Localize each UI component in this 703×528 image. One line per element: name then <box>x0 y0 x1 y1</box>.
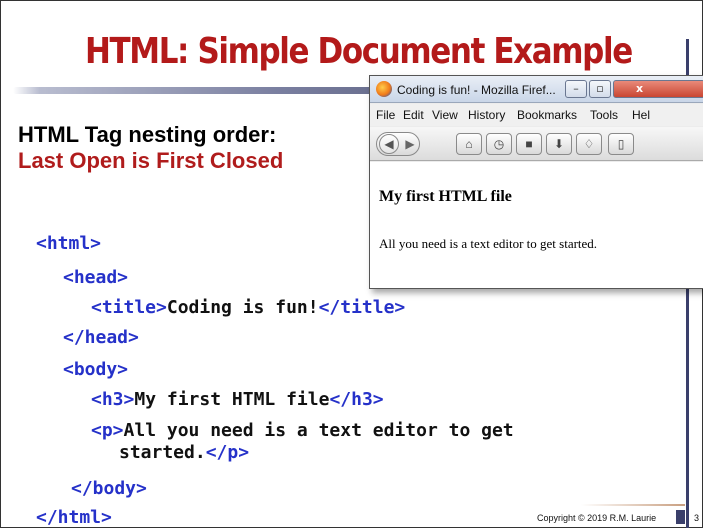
browser-window: Coding is fun! - Mozilla Firef... – ▫ x … <box>369 75 703 289</box>
home-icon[interactable]: ⌂ <box>456 133 482 155</box>
code-line-html-open: <html> <box>36 233 101 254</box>
page-paragraph: All you need is a text editor to get sta… <box>379 236 598 251</box>
addons-icon[interactable]: ♢ <box>576 133 602 155</box>
menu-bookmarks[interactable]: Bookmarks <box>517 108 577 122</box>
code-tag: <head> <box>63 267 129 288</box>
nesting-rule: Last Open is First Closed <box>18 148 284 173</box>
browser-titlebar[interactable]: Coding is fun! - Mozilla Firef... – ▫ x <box>370 76 703 103</box>
code-line-p-open: <p>All you need is a text editor to get <box>91 420 514 441</box>
page-icon[interactable]: ▯ <box>608 133 634 155</box>
firefox-logo-icon <box>376 81 392 97</box>
code-line-p-close: started.</p> <box>119 442 249 463</box>
code-line-html-close: </html> <box>36 507 112 528</box>
code-text: Coding is fun! <box>166 297 319 318</box>
code-tag: </html> <box>36 507 112 528</box>
maximize-button[interactable]: ▫ <box>589 80 611 98</box>
menu-file[interactable]: File <box>376 108 395 122</box>
download-icon[interactable]: ⬇ <box>546 133 572 155</box>
footer-accent-bar <box>581 504 685 506</box>
page-content: My first HTML file All you need is a tex… <box>370 162 703 288</box>
close-button[interactable]: x <box>613 80 703 98</box>
copyright-text: Copyright © 2019 R.M. Laurie <box>537 513 657 523</box>
code-line-head-open: <head> <box>63 267 128 288</box>
nesting-heading: HTML Tag nesting order: <box>18 122 277 147</box>
code-tag: </head> <box>63 327 139 348</box>
code-line-body-close: </body> <box>71 478 147 499</box>
menu-history[interactable]: History <box>468 108 505 122</box>
code-tag: </title> <box>318 297 406 318</box>
code-tag: </body> <box>71 478 147 499</box>
menu-help[interactable]: Hel <box>632 108 650 122</box>
code-line-title: <title>Coding is fun!</title> <box>91 297 405 318</box>
back-forward-group: ◀ ▶ <box>376 132 420 156</box>
menu-bar: File Edit View History Bookmarks Tools H… <box>370 104 703 126</box>
menu-tools[interactable]: Tools <box>590 108 618 122</box>
bookmarks-icon[interactable]: ■ <box>516 133 542 155</box>
forward-icon[interactable]: ▶ <box>402 135 418 153</box>
code-tag: <body> <box>63 359 129 380</box>
page-heading: My first HTML file <box>379 188 512 205</box>
code-tag: </p> <box>205 442 250 463</box>
code-tag: <h3> <box>91 389 135 410</box>
code-tag: <title> <box>91 297 167 318</box>
history-icon[interactable]: ◷ <box>486 133 512 155</box>
code-tag: <p> <box>91 420 124 441</box>
menu-view[interactable]: View <box>432 108 458 122</box>
window-title: Coding is fun! - Mozilla Firef... <box>397 83 556 97</box>
page-number: 3 <box>694 513 700 523</box>
page-marker <box>676 510 685 524</box>
navigation-toolbar: ◀ ▶ ⌂ ◷ ■ ⬇ ♢ ▯ <box>370 127 703 161</box>
code-line-head-close: </head> <box>63 327 139 348</box>
code-line-h3: <h3>My first HTML file</h3> <box>91 389 384 410</box>
menu-edit[interactable]: Edit <box>403 108 424 122</box>
code-text: My first HTML file <box>134 389 330 410</box>
minimize-button[interactable]: – <box>565 80 587 98</box>
code-text: started. <box>119 442 206 463</box>
back-icon[interactable]: ◀ <box>379 134 399 154</box>
slide: HTML: Simple Document Example HTML Tag n… <box>0 0 703 528</box>
code-text: All you need is a text editor to get <box>123 420 514 441</box>
code-tag: <html> <box>36 233 102 254</box>
code-line-body-open: <body> <box>63 359 128 380</box>
code-tag: </h3> <box>329 389 384 410</box>
slide-title: HTML: Simple Document Example <box>85 31 633 72</box>
